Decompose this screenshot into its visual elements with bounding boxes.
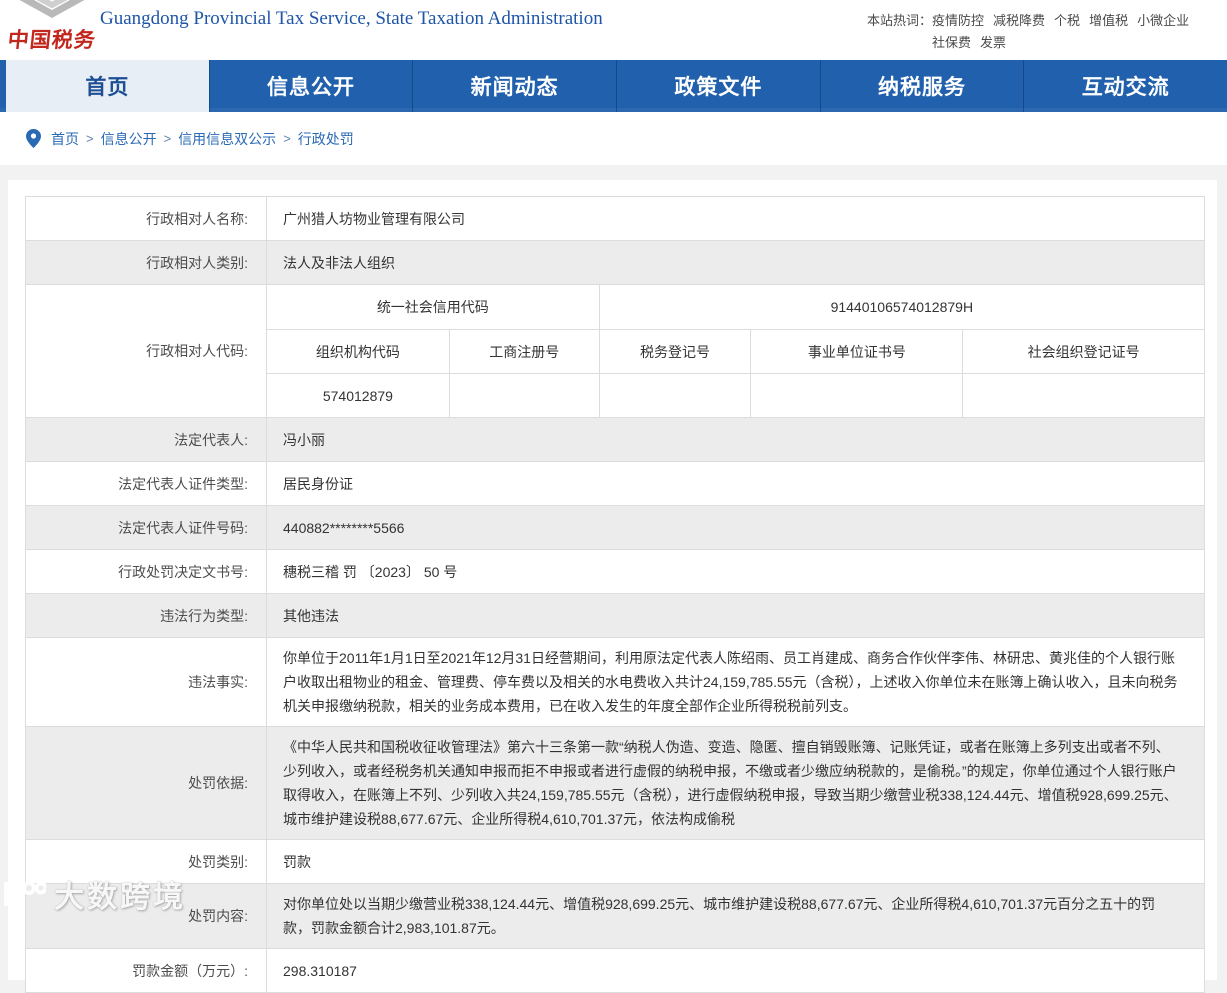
row-value: 298.310187 xyxy=(266,949,1204,992)
location-pin-icon xyxy=(26,129,41,148)
code-header-tax-reg: 税务登记号 xyxy=(598,329,751,373)
row-label: 违法行为类型: xyxy=(160,607,248,624)
row-label: 法定代表人证件类型: xyxy=(118,475,248,492)
hotword-link[interactable]: 增值税 xyxy=(1089,10,1128,32)
code-header-institution-cert: 事业单位证书号 xyxy=(750,329,963,373)
code-value-business-reg xyxy=(448,373,599,417)
row-label: 法定代表人证件号码: xyxy=(118,519,248,536)
hotword-link[interactable]: 个税 xyxy=(1054,10,1080,32)
site-title: Guangdong Provincial Tax Service, State … xyxy=(100,8,603,29)
breadcrumb: 首页 > 信息公开 > 信用信息双公示 > 行政处罚 xyxy=(0,112,1227,165)
row-value: 《中华人民共和国税收征收管理法》第六十三条第一款“纳税人伪造、变造、隐匿、擅自销… xyxy=(266,727,1204,839)
table-row-id-number: 法定代表人证件号码: 440882********5566 xyxy=(26,505,1204,549)
code-header-org: 组织机构代码 xyxy=(267,329,449,373)
penalty-info-table: 行政相对人名称: 广州猎人坊物业管理有限公司 行政相对人类别: 法人及非法人组织… xyxy=(25,196,1205,993)
table-row-violation-type: 违法行为类型: 其他违法 xyxy=(26,593,1204,637)
code-header-social-org-cert: 社会组织登记证号 xyxy=(962,329,1204,373)
row-value: 其他违法 xyxy=(266,594,1204,637)
breadcrumb-separator: > xyxy=(86,131,94,146)
row-value: 对你单位处以当期少缴营业税338,124.44元、增值税928,699.25元、… xyxy=(266,884,1204,948)
nav-tab-interaction[interactable]: 互动交流 xyxy=(1023,60,1227,112)
hotword-link[interactable]: 小微企业 xyxy=(1137,10,1189,32)
code-value-org: 574012879 xyxy=(267,373,449,417)
table-row-violation-facts: 违法事实: 你单位于2011年1月1日至2021年12月31日经营期间，利用原法… xyxy=(26,637,1204,726)
breadcrumb-home[interactable]: 首页 xyxy=(51,129,79,149)
row-value: 居民身份证 xyxy=(266,462,1204,505)
hotword-link[interactable]: 社保费 xyxy=(932,32,971,54)
row-label: 处罚类别: xyxy=(188,853,248,870)
row-label: 行政相对人类别: xyxy=(146,254,248,271)
nav-tab-policy[interactable]: 政策文件 xyxy=(616,60,820,112)
row-value: 穗税三稽 罚 〔2023〕 50 号 xyxy=(266,550,1204,593)
nav-tab-info-disclosure[interactable]: 信息公开 xyxy=(208,60,413,112)
table-row-decision-doc-number: 行政处罚决定文书号: 穗税三稽 罚 〔2023〕 50 号 xyxy=(26,549,1204,593)
code-value-institution-cert xyxy=(750,373,963,417)
hotword-link[interactable]: 疫情防控 xyxy=(932,10,984,32)
nav-tab-tax-service[interactable]: 纳税服务 xyxy=(819,60,1024,112)
code-value-tax-reg xyxy=(598,373,751,417)
code-value-social-org-cert xyxy=(962,373,1204,417)
breadcrumb-separator: > xyxy=(283,131,291,146)
table-row-party-codes: 行政相对人代码: 统一社会信用代码 91440106574012879H 组织机… xyxy=(26,284,1204,417)
hotword-link[interactable]: 发票 xyxy=(980,32,1006,54)
breadcrumb-separator: > xyxy=(163,131,172,146)
row-label: 行政相对人代码: xyxy=(146,343,248,359)
row-label: 法定代表人: xyxy=(174,431,248,448)
row-value: 罚款 xyxy=(266,840,1204,883)
main-nav: 首页 信息公开 新闻动态 政策文件 纳税服务 互动交流 xyxy=(0,60,1227,112)
hotwords-label: 本站热词： xyxy=(867,13,933,28)
table-row-fine-amount: 罚款金额（万元）: 298.310187 xyxy=(26,948,1204,992)
breadcrumb-credit-info[interactable]: 信用信息双公示 xyxy=(178,129,276,149)
tax-logo-text: 中国税务 xyxy=(6,29,98,52)
table-row-legal-rep: 法定代表人: 冯小丽 xyxy=(26,417,1204,461)
breadcrumb-admin-penalty[interactable]: 行政处罚 xyxy=(298,129,354,149)
table-row-party-category: 行政相对人类别: 法人及非法人组织 xyxy=(26,240,1204,284)
china-tax-logo: 中国税务 xyxy=(0,0,100,58)
hotword-link[interactable]: 减税降费 xyxy=(993,10,1045,32)
table-row-id-type: 法定代表人证件类型: 居民身份证 xyxy=(26,461,1204,505)
row-value: 法人及非法人组织 xyxy=(266,241,1204,284)
row-value: 你单位于2011年1月1日至2021年12月31日经营期间，利用原法定代表人陈绍… xyxy=(266,638,1204,726)
credit-code-value: 91440106574012879H xyxy=(598,285,1204,329)
row-value: 440882********5566 xyxy=(266,506,1204,549)
row-label: 处罚依据: xyxy=(188,775,248,791)
row-value: 广州猎人坊物业管理有限公司 xyxy=(266,197,1204,240)
code-header-business-reg: 工商注册号 xyxy=(448,329,599,373)
table-row-party-name: 行政相对人名称: 广州猎人坊物业管理有限公司 xyxy=(26,197,1204,240)
row-label: 罚款金额（万元）: xyxy=(132,962,248,979)
row-label: 行政处罚决定文书号: xyxy=(118,563,248,580)
row-label: 违法事实: xyxy=(188,674,248,690)
table-row-penalty-basis: 处罚依据: 《中华人民共和国税收征收管理法》第六十三条第一款“纳税人伪造、变造、… xyxy=(26,726,1204,839)
content-card: 行政相对人名称: 广州猎人坊物业管理有限公司 行政相对人类别: 法人及非法人组织… xyxy=(8,180,1217,993)
credit-code-label: 统一社会信用代码 xyxy=(376,299,489,315)
hotwords-bar: 本站热词： 疫情防控 减税降费 个税 增值税 小微企业 社保费 发票 xyxy=(867,10,1219,54)
table-row-penalty-content: 处罚内容: 对你单位处以当期少缴营业税338,124.44元、增值税928,69… xyxy=(26,883,1204,948)
site-header: 中国税务 Guangdong Provincial Tax Service, S… xyxy=(0,0,1227,60)
row-label: 处罚内容: xyxy=(188,908,248,924)
table-row-penalty-category: 处罚类别: 罚款 xyxy=(26,839,1204,883)
breadcrumb-info-disclosure[interactable]: 信息公开 xyxy=(101,129,157,149)
nav-tab-news[interactable]: 新闻动态 xyxy=(412,60,616,112)
codes-subtable: 统一社会信用代码 91440106574012879H 组织机构代码 工商注册号… xyxy=(266,285,1204,417)
row-label: 行政相对人名称: xyxy=(146,210,248,227)
hotwords-list: 疫情防控 减税降费 个税 增值税 小微企业 社保费 发票 xyxy=(932,10,1212,54)
row-value: 冯小丽 xyxy=(266,418,1204,461)
nav-tab-home[interactable]: 首页 xyxy=(6,60,209,112)
